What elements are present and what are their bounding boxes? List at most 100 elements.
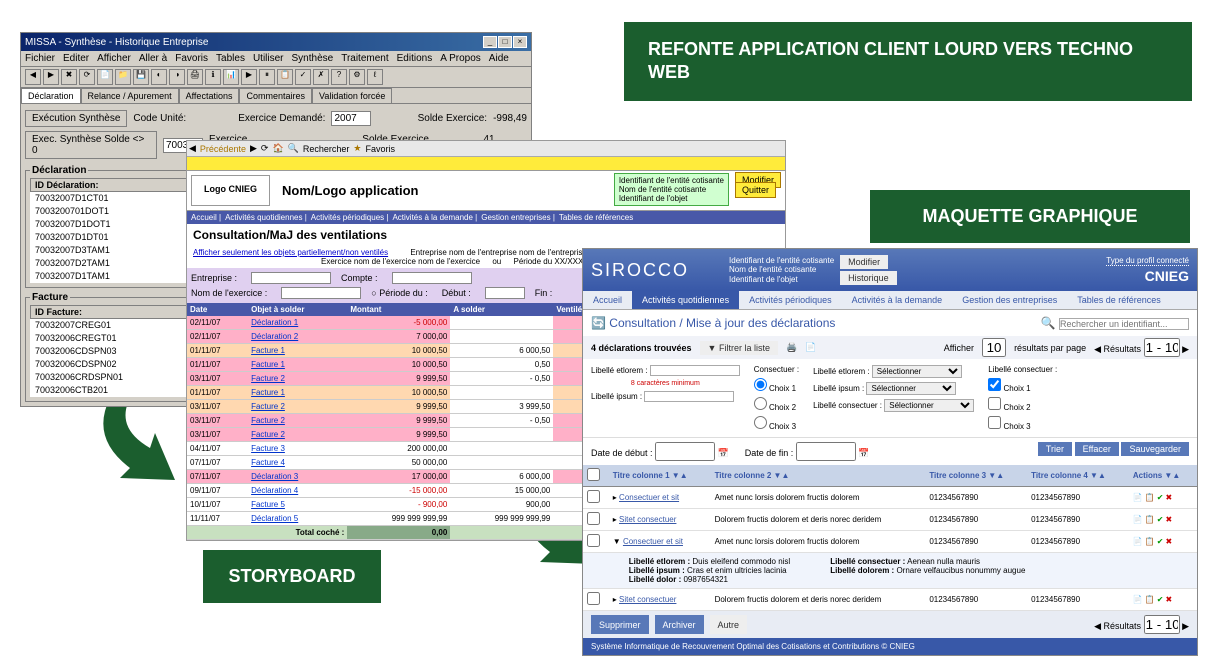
col-header[interactable]: Titre colonne 3 ▼▲ — [925, 465, 1027, 487]
supprimer-button[interactable]: Supprimer — [591, 615, 649, 634]
date-fin-input[interactable] — [796, 442, 856, 461]
entreprise-input[interactable] — [251, 272, 331, 284]
row-checkbox[interactable] — [587, 534, 600, 547]
menu-item[interactable]: Afficher — [97, 53, 131, 64]
object-link[interactable]: Facture 2 — [251, 416, 285, 425]
menu-item[interactable]: Tables — [216, 53, 245, 64]
menu-item[interactable]: Synthèse — [292, 53, 334, 64]
exercice-demande-input[interactable] — [331, 111, 371, 126]
nav-item[interactable]: Gestion entreprises | — [481, 213, 555, 222]
home-icon[interactable]: 🏠 — [272, 143, 283, 154]
menu-item[interactable]: Traitement — [341, 53, 388, 64]
star-icon[interactable]: ★ — [353, 143, 361, 154]
object-link[interactable]: Facture 1 — [251, 388, 285, 397]
toolbar-icon[interactable]: ◑ — [169, 69, 185, 85]
toolbar-icon[interactable]: ▶ — [241, 69, 257, 85]
search-icon[interactable]: 🔍 — [288, 143, 299, 154]
ipsum-select[interactable]: Sélectionner — [866, 382, 956, 395]
object-link[interactable]: Facture 2 — [251, 430, 285, 439]
tab[interactable]: Déclaration — [21, 88, 81, 103]
toolbar-icon[interactable]: 🖨 — [187, 69, 203, 85]
object-link[interactable]: Facture 1 — [251, 346, 285, 355]
col-header[interactable]: Titre colonne 2 ▼▲ — [711, 465, 926, 487]
choix3-radio[interactable] — [754, 416, 767, 429]
col-header[interactable]: Actions ▼▲ — [1129, 465, 1197, 487]
nav-item[interactable]: Tables de références — [559, 213, 633, 222]
etlorem-select[interactable]: Sélectionner — [872, 365, 962, 378]
col-header[interactable]: Titre colonne 1 ▼▲ — [609, 465, 711, 487]
table-row[interactable]: ▼ Consectuer et sitAmet nunc lorsis dolo… — [583, 531, 1197, 553]
titlebar[interactable]: MISSA - Synthèse - Historique Entreprise… — [21, 33, 531, 51]
print-icon[interactable]: 🖨️ — [786, 342, 797, 353]
object-link[interactable]: Facture 5 — [251, 500, 285, 509]
object-link[interactable]: Facture 2 — [251, 402, 285, 411]
object-link[interactable]: Facture 2 — [251, 374, 285, 383]
maximize-button[interactable]: □ — [498, 36, 512, 48]
autre-button[interactable]: Autre — [710, 615, 748, 634]
date-debut-input[interactable] — [655, 442, 715, 461]
exec-synthese-button[interactable]: Exécution Synthèse — [25, 110, 127, 127]
nav-item[interactable]: Gestion des entreprises — [952, 291, 1067, 309]
range-input[interactable] — [1144, 338, 1180, 357]
chk-choix1[interactable] — [988, 378, 1001, 391]
toolbar-icon[interactable]: 📁 — [115, 69, 131, 85]
row-link[interactable]: Consectuer et sit — [619, 493, 679, 502]
nav-item[interactable]: Accueil | — [191, 213, 221, 222]
col-header[interactable]: A solder — [450, 303, 553, 316]
toolbar-icon[interactable]: 📋 — [277, 69, 293, 85]
choix1-radio[interactable] — [754, 378, 767, 391]
per-page-input[interactable] — [982, 338, 1006, 357]
toolbar-icon[interactable]: ✓ — [295, 69, 311, 85]
menu-item[interactable]: Fichier — [25, 53, 55, 64]
col-header[interactable]: Montant — [347, 303, 450, 316]
toolbar-icon[interactable]: ▶ — [43, 69, 59, 85]
menu-item[interactable]: A Propos — [440, 53, 481, 64]
nav-item[interactable]: Tables de références — [1067, 291, 1171, 309]
tab[interactable]: Commentaires — [239, 88, 312, 103]
export-icon[interactable]: 📄 — [805, 342, 816, 353]
nav-item[interactable]: Activités quotidiennes | — [225, 213, 307, 222]
effacer-button[interactable]: Effacer — [1075, 442, 1119, 456]
object-link[interactable]: Déclaration 3 — [251, 472, 298, 481]
close-button[interactable]: × — [513, 36, 527, 48]
table-row[interactable]: ▸ Consectuer et sitAmet nunc lorsis dolo… — [583, 487, 1197, 509]
link-afficher-objets[interactable]: Afficher seulement les objets partiellem… — [193, 248, 388, 257]
choix2-radio[interactable] — [754, 397, 767, 410]
toolbar-icon[interactable]: ? — [331, 69, 347, 85]
nav-item[interactable]: Activités à la demande — [842, 291, 953, 309]
sauvegarder-button[interactable]: Sauvegarder — [1121, 442, 1189, 456]
chk-choix2[interactable] — [988, 397, 1001, 410]
filter-list-button[interactable]: ▼ Filtrer la liste — [700, 341, 778, 355]
range-input-bottom[interactable] — [1144, 615, 1180, 634]
chk-choix3[interactable] — [988, 416, 1001, 429]
row-checkbox[interactable] — [587, 512, 600, 525]
search-input[interactable] — [1059, 318, 1189, 330]
consectuer-select[interactable]: Sélectionner — [884, 399, 974, 412]
tab[interactable]: Relance / Apurement — [81, 88, 179, 103]
ipsum-input[interactable] — [644, 391, 734, 402]
nav-item[interactable]: Activités périodiques | — [311, 213, 389, 222]
menu-item[interactable]: Editions — [397, 53, 433, 64]
reload-icon[interactable]: ⟳ — [261, 143, 269, 154]
row-link[interactable]: Sitet consectuer — [619, 515, 676, 524]
table-row[interactable]: ▸ Sitet consectuerDolorem fructis dolore… — [583, 509, 1197, 531]
object-link[interactable]: Déclaration 5 — [251, 514, 298, 523]
nav-item[interactable]: Activités quotidiennes — [632, 291, 739, 309]
menu-item[interactable]: Utiliser — [253, 53, 284, 64]
forward-icon[interactable]: ▶ — [250, 143, 257, 154]
toolbar-icon[interactable]: 📄 — [97, 69, 113, 85]
table-row[interactable]: ▸ Sitet consectuerDolorem fructis dolore… — [583, 589, 1197, 611]
object-link[interactable]: Déclaration 4 — [251, 486, 298, 495]
tab[interactable]: Affectations — [179, 88, 240, 103]
compte-input[interactable] — [392, 272, 472, 284]
toolbar-icon[interactable]: ✖ — [61, 69, 77, 85]
nav-item[interactable]: Activités périodiques — [739, 291, 842, 309]
menu-item[interactable]: Favoris — [175, 53, 208, 64]
nom-exercice-input[interactable] — [281, 287, 361, 299]
select-all[interactable] — [587, 468, 600, 481]
menu-item[interactable]: Aide — [489, 53, 509, 64]
object-link[interactable]: Facture 1 — [251, 360, 285, 369]
object-link[interactable]: Déclaration 1 — [251, 318, 298, 327]
exec-solde-button[interactable]: Exec. Synthèse Solde <> 0 — [25, 131, 157, 159]
etlorem-input[interactable] — [650, 365, 740, 376]
